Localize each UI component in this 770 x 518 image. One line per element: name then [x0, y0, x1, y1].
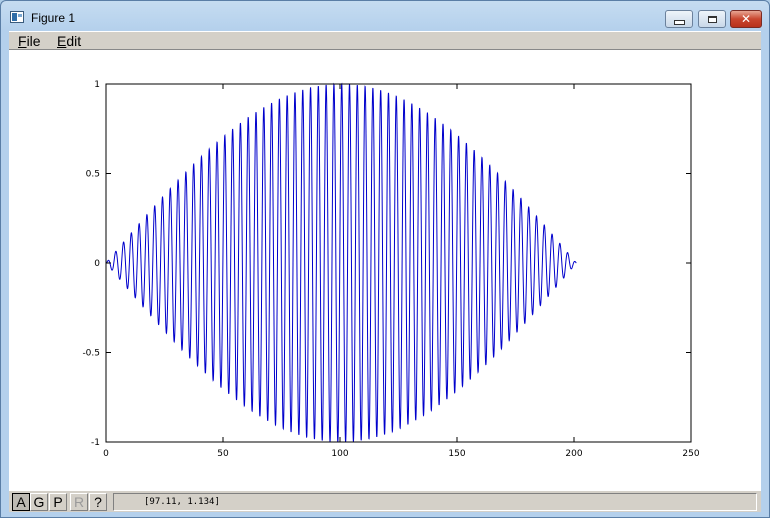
tool-grid-label: G — [33, 494, 45, 510]
window-title: Figure 1 — [31, 11, 76, 25]
y-tick-label: 1 — [94, 80, 100, 90]
x-tick-label: 50 — [217, 449, 229, 459]
tool-autoscale-button[interactable]: A — [12, 493, 30, 511]
x-tick-label: 150 — [448, 449, 465, 459]
maximize-icon — [707, 15, 717, 23]
status-bar: A G P R ? [97.11, 1.134] — [9, 490, 761, 512]
menu-edit-label: dit — [66, 33, 82, 49]
tool-pan-label: P — [53, 494, 63, 510]
coordinate-readout: [97.11, 1.134] — [113, 493, 757, 511]
y-tick-label: 0 — [94, 259, 100, 269]
series-line-0 — [105, 82, 577, 443]
close-button[interactable]: ✕ — [730, 10, 762, 28]
tool-rotate-button: R — [70, 493, 88, 511]
chart-svg: 0 50 100 150 200 250 1 0.5 0 -0.5 -1 — [82, 80, 699, 459]
title-bar[interactable]: Figure 1 ✕ — [1, 1, 769, 31]
figure-window: Figure 1 ✕ File Edit 0 50 100 150 200 250 1 0.5… — [0, 0, 770, 518]
maximize-button[interactable] — [698, 10, 726, 28]
figure-icon — [10, 11, 24, 23]
tool-help-label: ? — [94, 494, 102, 510]
coordinate-readout-text: [97.11, 1.134] — [144, 497, 220, 507]
x-tick-label: 250 — [682, 449, 699, 459]
menu-edit-mnemonic: E — [57, 33, 67, 49]
x-tick-label: 200 — [565, 449, 582, 459]
menu-file[interactable]: File — [18, 33, 41, 49]
menu-file-mnemonic: F — [18, 33, 27, 49]
menu-bar: File Edit — [9, 31, 761, 50]
tool-grid-button[interactable]: G — [30, 493, 48, 511]
close-icon: ✕ — [740, 12, 752, 26]
menu-file-label: ile — [26, 33, 41, 49]
tool-rotate-label: R — [73, 494, 85, 510]
x-tick-label: 100 — [331, 449, 348, 459]
tool-pan-button[interactable]: P — [49, 493, 67, 511]
y-tick-label: 0.5 — [86, 170, 100, 180]
tool-help-button[interactable]: ? — [89, 493, 107, 511]
minimize-icon — [673, 19, 685, 25]
x-tick-label: 0 — [103, 449, 109, 459]
menu-edit[interactable]: Edit — [57, 33, 81, 49]
minimize-button[interactable] — [665, 10, 693, 28]
plot-canvas[interactable]: 0 50 100 150 200 250 1 0.5 0 -0.5 -1 — [9, 50, 761, 490]
y-tick-label: -0.5 — [82, 349, 100, 359]
y-tick-label: -1 — [91, 438, 100, 448]
tool-autoscale-label: A — [16, 494, 26, 510]
